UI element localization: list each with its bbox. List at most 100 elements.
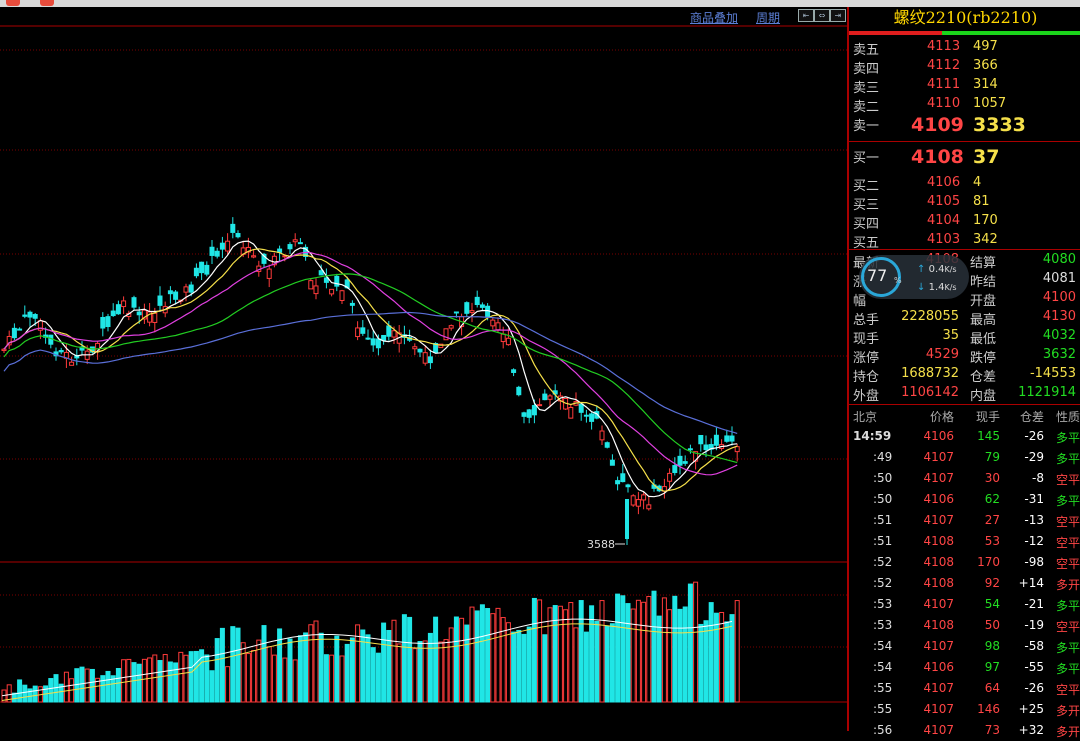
volume-bar [318,632,324,703]
candlestick-chart[interactable]: 3588 [0,7,847,731]
tick-nature: 多开 [1055,725,1080,739]
ask-price: 4111 [927,77,961,92]
tick-time: :55 [873,681,893,695]
bid-row[interactable]: 买五 4103 342 [849,230,1080,251]
volume-bar [230,626,236,703]
volume-bar [433,616,439,703]
candle-body [339,290,345,301]
tick-price: 4106 [923,660,954,674]
volume-bar [121,659,127,703]
tick-list[interactable]: 北京 价格 现手 仓差 性质 14:59 4106 145 -26 多平:49 4107 79 -29 多… [849,405,1080,741]
moving-average-line [3,251,738,476]
stat-value: 4081 [1042,271,1076,286]
volume-bar [344,643,350,703]
volume-bar [474,610,480,703]
volume-bar [578,600,584,703]
tick-row[interactable]: :54 4106 97 -55 多平 [849,657,1080,678]
bid-row[interactable]: 买四 4104 170 [849,211,1080,232]
stat-row: 总手 2228055 最高 4130 [849,307,1080,328]
candle-body [625,484,631,488]
bid-row[interactable]: 买三 4105 81 [849,192,1080,213]
candle-body [615,480,621,485]
bid-row[interactable]: 买二 4106 4 [849,173,1080,194]
usage-percent: 77 [867,266,888,285]
candle-body [334,275,340,287]
stat-label: 内盘 [970,389,997,404]
tick-volume: 30 [984,471,1000,485]
tick-time: :51 [873,513,893,527]
download-value: 1.4 [928,282,945,293]
ask-row[interactable]: 卖二 4110 1057 [849,94,1080,115]
upload-speed: ↑ 0.4K/s [917,264,957,275]
tick-oi-change: -8 [1032,471,1044,485]
volume-bar [417,641,423,703]
candle-body [69,361,75,366]
ask-book: 卖五 4113 497 卖四 4112 366 卖三 4111 314 卖二 4110 1057 卖一 4… [849,37,1080,141]
tick-volume: 170 [977,555,1000,569]
candle-body [568,406,574,419]
volume-bar [297,635,303,703]
tick-row[interactable]: :53 4107 54 -21 多平 [849,594,1080,615]
volume-bar [521,633,527,703]
candle-body [620,473,626,483]
moving-average-line [3,311,738,434]
stat-value: 1688732 [901,366,959,381]
volume-bar [74,668,80,703]
candle-body [58,349,64,353]
ask-row[interactable]: 卖一 4109 3333 [849,113,1080,141]
tick-row[interactable]: :51 4108 53 -12 空平 [849,531,1080,552]
volume-bar [396,643,402,703]
candle-body [635,499,641,507]
volume-bar [271,654,277,703]
candle-body [105,316,111,328]
bid-volume: 4 [973,175,982,190]
tick-row[interactable]: :55 4107 146 +25 多开 [849,699,1080,720]
tick-row[interactable]: :55 4107 64 -26 空平 [849,678,1080,699]
volume-bar [334,635,340,703]
tick-row[interactable]: :53 4108 50 -19 空平 [849,615,1080,636]
tick-row[interactable]: :54 4107 98 -58 多平 [849,636,1080,657]
candle-body [251,255,257,258]
candle-body [703,444,709,451]
candle-body [391,330,397,338]
low-price-label: 3588 [587,538,615,551]
tick-time: :56 [873,723,893,737]
stat-value: 4529 [925,347,959,362]
tick-row[interactable]: 14:59 4106 145 -26 多平 [849,426,1080,447]
ask-row[interactable]: 卖四 4112 366 [849,56,1080,77]
window-close-icon[interactable] [6,0,20,6]
stat-value: 35 [942,328,959,343]
tick-row[interactable]: :51 4107 27 -13 空平 [849,510,1080,531]
kline-chart-panel[interactable]: 商品叠加 周期 ⇤ ⇔ ⇥ 3588 [0,7,847,731]
tick-row[interactable]: :50 4106 62 -31 多平 [849,489,1080,510]
bid-price: 4106 [927,175,961,190]
volume-bar [589,605,595,703]
tick-nature: 空平 [1055,515,1080,529]
tick-row[interactable]: :49 4107 79 -29 多平 [849,447,1080,468]
candle-body [672,465,678,474]
candle-body [505,337,511,346]
candle-body [729,435,735,442]
volume-bar [464,624,470,703]
volume-bar [708,602,714,703]
tick-volume: 62 [984,492,1000,506]
ask-row[interactable]: 卖三 4111 314 [849,75,1080,96]
candle-body [370,338,376,346]
up-arrow-icon: ↑ [917,264,926,275]
volume-bar [245,653,251,703]
candle-body [199,261,205,274]
candle-body [646,504,652,510]
volume-bar [381,622,387,703]
volume-bar [687,583,693,703]
ask-row[interactable]: 卖五 4113 497 [849,37,1080,58]
window-minimize-icon[interactable] [40,0,54,6]
book-divider [849,141,1080,142]
bid-row[interactable]: 买一 4108 37 [849,145,1080,173]
tick-row[interactable]: :50 4107 30 -8 空平 [849,468,1080,489]
buy-sell-ratio-bar [849,31,1080,35]
tick-oi-change: +14 [1018,576,1044,590]
volume-bar [32,685,38,703]
tick-row[interactable]: :52 4108 170 -98 空平 [849,552,1080,573]
tick-row[interactable]: :52 4108 92 +14 多开 [849,573,1080,594]
candle-body [349,302,355,306]
